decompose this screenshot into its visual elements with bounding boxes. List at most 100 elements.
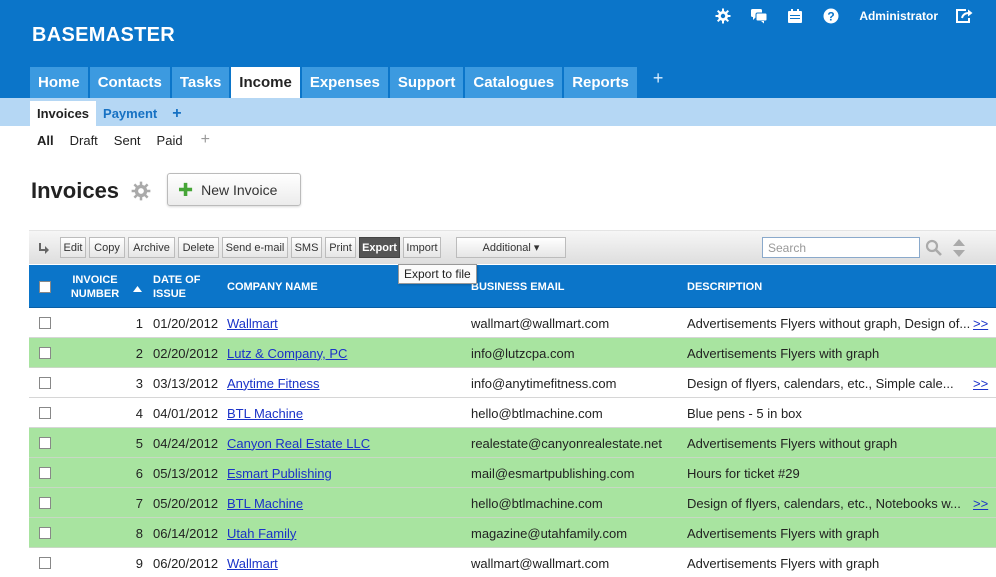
gear-icon[interactable] <box>713 6 733 26</box>
company-link[interactable]: Lutz & Company, PC <box>227 338 467 368</box>
help-icon[interactable]: ? <box>821 6 841 26</box>
row-checkbox[interactable] <box>39 437 51 449</box>
main-nav-tabs: Home Contacts Tasks Income Expenses Support Ca… <box>30 67 677 98</box>
company-link[interactable]: Wallmart <box>227 308 467 338</box>
table-row[interactable]: 3 03/13/2012 Anytime Fitness info@anytimefi… <box>29 368 996 398</box>
tab-catalogues[interactable]: Catalogues <box>465 67 563 98</box>
add-tab-button[interactable]: + <box>639 63 678 94</box>
company-link[interactable]: BTL Machine <box>227 398 467 428</box>
sms-button[interactable]: SMS <box>291 237 322 258</box>
more-link[interactable]: >> <box>973 368 995 398</box>
additional-dropdown[interactable]: Additional ▾ <box>456 237 566 258</box>
tab-income[interactable]: Income <box>231 67 300 98</box>
row-checkbox[interactable] <box>39 557 51 569</box>
row-checkbox[interactable] <box>39 527 51 539</box>
filter-draft[interactable]: Draft <box>70 133 98 148</box>
invoice-number: 7 <box>135 495 143 511</box>
row-checkbox[interactable] <box>39 467 51 479</box>
top-icon-bar: ? Administrator <box>697 6 974 26</box>
invoice-number: 1 <box>135 315 143 331</box>
logout-icon[interactable] <box>954 6 974 26</box>
tab-tasks[interactable]: Tasks <box>171 67 230 98</box>
invoice-number: 9 <box>135 555 143 571</box>
business-email: hello@btlmachine.com <box>471 495 603 511</box>
sort-updown-icon[interactable] <box>952 238 966 261</box>
search-icon[interactable] <box>925 239 943 260</box>
table-row[interactable]: 1 01/20/2012 Wallmart wallmart@wallmart.com… <box>29 308 996 338</box>
header-number-line2: NUMBER <box>70 287 120 300</box>
new-invoice-label: New Invoice <box>201 181 278 198</box>
table-header: INVOICE NUMBER DATE OF ISSUE COMPANY NAME … <box>29 265 996 308</box>
business-email: wallmart@wallmart.com <box>471 555 610 571</box>
filter-sent[interactable]: Sent <box>114 133 141 148</box>
header-business-email[interactable]: BUSINESS EMAIL <box>471 265 565 308</box>
description: Advertisements Flyers with graph <box>687 525 880 541</box>
page-title: Invoices <box>31 178 120 203</box>
row-checkbox[interactable] <box>39 347 51 359</box>
row-checkbox[interactable] <box>39 407 51 419</box>
add-subtab-button[interactable]: + <box>164 105 189 123</box>
business-email: info@lutzcpa.com <box>471 345 575 361</box>
description: Hours for ticket #29 <box>687 465 800 481</box>
row-checkbox[interactable] <box>39 377 51 389</box>
header-number-line1: INVOICE <box>72 273 118 286</box>
row-checkbox[interactable] <box>39 317 51 329</box>
delete-button[interactable]: Delete <box>178 237 219 258</box>
company-link[interactable]: Esmart Publishing <box>227 458 467 488</box>
description: Advertisements Flyers without graph, Des… <box>687 315 971 331</box>
calendar-icon[interactable] <box>785 6 805 26</box>
header-company-name[interactable]: COMPANY NAME <box>227 265 318 308</box>
subtab-invoices[interactable]: Invoices <box>30 101 97 126</box>
sort-ascending-icon[interactable] <box>133 283 142 295</box>
user-name[interactable]: Administrator <box>859 9 938 23</box>
chat-icon[interactable] <box>749 6 769 26</box>
company-link[interactable]: Utah Family <box>227 518 467 548</box>
send-e-mail-button[interactable]: Send e-mail <box>222 237 288 258</box>
invoice-number: 8 <box>135 525 143 541</box>
business-email: hello@btlmachine.com <box>471 405 603 421</box>
table-row[interactable]: 9 06/20/2012 Wallmart wallmart@wallmart.com… <box>29 548 996 577</box>
table-row[interactable]: 5 04/24/2012 Canyon Real Estate LLC realest… <box>29 428 996 458</box>
import-button[interactable]: Import <box>403 237 441 258</box>
more-link[interactable]: >> <box>973 308 995 338</box>
company-link[interactable]: Anytime Fitness <box>227 368 467 398</box>
business-email: magazine@utahfamily.com <box>471 525 628 541</box>
table-row[interactable]: 7 05/20/2012 BTL Machine hello@btlmachine.c… <box>29 488 996 518</box>
archive-button[interactable]: Archive <box>128 237 175 258</box>
company-link[interactable]: Wallmart <box>227 548 467 577</box>
row-checkbox[interactable] <box>39 497 51 509</box>
table-row[interactable]: 2 02/20/2012 Lutz & Company, PC info@lutzcp… <box>29 338 996 368</box>
tab-contacts[interactable]: Contacts <box>89 67 170 98</box>
filter-paid[interactable]: Paid <box>157 133 183 148</box>
add-filter-button[interactable]: + <box>201 131 210 149</box>
table-row[interactable]: 4 04/01/2012 BTL Machine hello@btlmachine.c… <box>29 398 996 428</box>
new-invoice-button[interactable]: ✚ New Invoice <box>167 173 301 206</box>
search-input[interactable] <box>762 237 920 258</box>
plus-icon: ✚ <box>178 179 194 200</box>
header-date-of-issue[interactable]: DATE OF ISSUE <box>153 265 223 308</box>
invoice-number: 4 <box>135 405 143 421</box>
tab-expenses[interactable]: Expenses <box>301 67 388 98</box>
export-button[interactable]: Export <box>359 237 400 258</box>
description: Design of flyers, calendars, etc., Simpl… <box>687 375 954 391</box>
settings-gear-icon[interactable] <box>131 181 151 204</box>
table-row[interactable]: 8 06/14/2012 Utah Family magazine@utahfamil… <box>29 518 996 548</box>
tab-home[interactable]: Home <box>30 67 88 98</box>
business-email: wallmart@wallmart.com <box>471 315 610 331</box>
print-button[interactable]: Print <box>325 237 356 258</box>
tab-support[interactable]: Support <box>389 67 464 98</box>
select-arrow-icon[interactable] <box>38 242 50 259</box>
filter-all[interactable]: All <box>37 133 54 148</box>
table-row[interactable]: 6 05/13/2012 Esmart Publishing mail@esmartp… <box>29 458 996 488</box>
header-invoice-number[interactable]: INVOICE NUMBER <box>65 265 125 308</box>
company-link[interactable]: BTL Machine <box>227 488 467 518</box>
select-all-checkbox[interactable] <box>39 281 51 293</box>
more-link[interactable]: >> <box>973 488 995 518</box>
company-link[interactable]: Canyon Real Estate LLC <box>227 428 467 458</box>
edit-button[interactable]: Edit <box>60 237 86 258</box>
header-description[interactable]: DESCRIPTION <box>687 265 762 308</box>
copy-button[interactable]: Copy <box>89 237 125 258</box>
tab-reports[interactable]: Reports <box>564 67 637 98</box>
subtab-payment[interactable]: Payment <box>96 101 164 126</box>
invoice-table: INVOICE NUMBER DATE OF ISSUE COMPANY NAME … <box>29 265 996 577</box>
